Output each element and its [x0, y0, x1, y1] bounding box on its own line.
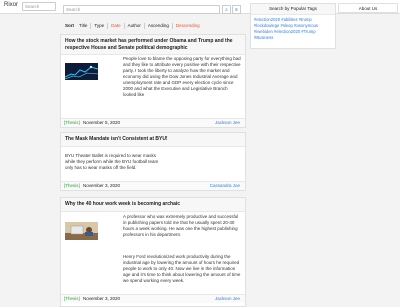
- popular-tags-panel: Search by Popular Tags #election2020 #ab…: [250, 3, 336, 49]
- sort-ascending[interactable]: Ascending: [145, 23, 173, 29]
- post-footer: [Thesis] November 3, 2020 Cassandra Joe: [61, 181, 245, 190]
- post-tag[interactable]: [Thesis]: [64, 183, 80, 188]
- sort-bar: Sort Title Type Date Author Ascending De…: [60, 21, 246, 31]
- sort-label: Sort: [65, 23, 74, 28]
- post-title[interactable]: The Mask Mandate isn't Consistent at BYU…: [61, 133, 245, 147]
- main-feed: Search ⌕ ≡ Sort Title Type Date Author A…: [60, 3, 246, 307]
- post-footer: [Thesis] November 3, 2020 Jackson Jee: [61, 294, 245, 303]
- sort-author[interactable]: Author: [125, 23, 145, 29]
- top-search-input[interactable]: Search: [22, 2, 56, 11]
- sort-descending[interactable]: Descending: [173, 23, 203, 29]
- post-card[interactable]: How the stock market has performed under…: [60, 34, 246, 128]
- search-icon: ⌕: [225, 7, 228, 13]
- sort-title[interactable]: Title: [76, 23, 92, 29]
- office-worker-image: [65, 221, 98, 240]
- sort-type[interactable]: Type: [91, 23, 109, 29]
- post-body: People love to blame the opposing party …: [123, 56, 241, 97]
- post-author[interactable]: Jackson Jee: [215, 295, 240, 303]
- post-tag[interactable]: [Thesis]: [64, 296, 80, 301]
- stock-chart-image: [64, 63, 99, 80]
- post-tag[interactable]: [Thesis]: [64, 120, 80, 125]
- post-date: November 3, 2020: [83, 183, 121, 188]
- list-view-button[interactable]: ≡: [232, 5, 241, 14]
- post-card[interactable]: Why the 40 hour work week is becoming ar…: [60, 197, 246, 307]
- post-thumbnail: [64, 63, 99, 80]
- post-body-continued: Henry Ford revolutionized work productiv…: [123, 253, 241, 283]
- post-footer: [Thesis] November 5, 2020 Jackson Jee: [61, 118, 245, 127]
- brand-logo[interactable]: Rixor: [4, 2, 18, 8]
- post-date: November 5, 2020: [83, 120, 121, 125]
- post-date: November 3, 2020: [83, 296, 121, 301]
- post-card[interactable]: The Mask Mandate isn't Consistent at BYU…: [60, 132, 246, 191]
- search-button[interactable]: ⌕: [222, 5, 231, 14]
- post-title[interactable]: How the stock market has performed under…: [61, 35, 245, 55]
- post-thumbnail: [65, 221, 98, 240]
- sort-date[interactable]: Date: [108, 23, 125, 29]
- search-row: Search ⌕ ≡: [60, 3, 246, 15]
- popular-tags-heading: Search by Popular Tags: [251, 4, 335, 15]
- main-search-input[interactable]: Search: [63, 5, 220, 14]
- post-author[interactable]: Jackson Jee: [215, 119, 240, 127]
- post-author[interactable]: Cassandra Joe: [210, 182, 240, 190]
- post-body: BYU Theater Ballet is required to wear m…: [65, 152, 159, 170]
- post-title[interactable]: Why the 40 hour work week is becoming ar…: [61, 198, 245, 212]
- about-us-link[interactable]: About Us: [338, 3, 398, 13]
- popular-tags-list[interactable]: #election2020 #abilities #trump #lockdow…: [251, 15, 335, 43]
- post-body: A professor who was extremely productive…: [123, 213, 239, 237]
- list-icon: ≡: [235, 7, 238, 13]
